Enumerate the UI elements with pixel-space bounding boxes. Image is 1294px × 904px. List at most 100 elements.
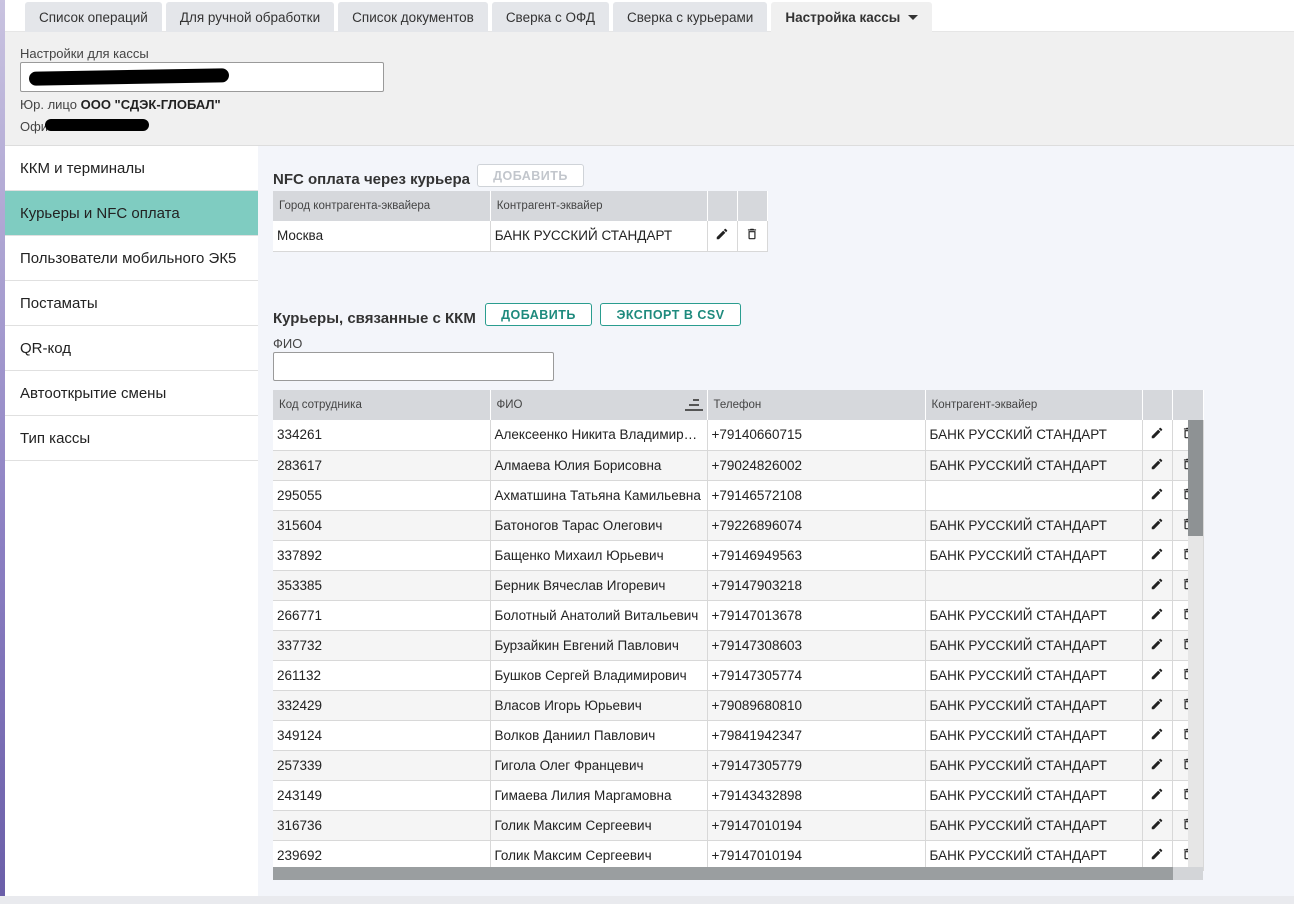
full-name-cell: Болотный Анатолий Витальевич bbox=[490, 600, 708, 631]
column-header[interactable]: Контрагент-эквайер bbox=[490, 191, 708, 221]
sidebar-item-postamats[interactable]: Постаматы bbox=[5, 281, 258, 326]
nfc-section-title: NFC оплата через курьера bbox=[273, 171, 471, 188]
full-name-cell: Бащенко Михаил Юрьевич bbox=[490, 540, 708, 571]
table-row: 332429 Власов Игорь Юрьевич +79089680810 БА… bbox=[273, 690, 1204, 721]
acquirer-cell: БАНК РУССКИЙ СТАНДАРТ bbox=[925, 810, 1143, 841]
tab-operations[interactable]: Список операций bbox=[25, 2, 162, 32]
table-header-row: Город контрагента-эквайера Контрагент-эк… bbox=[273, 191, 769, 221]
legal-entity-label: Юр. лицо bbox=[20, 97, 77, 112]
pencil-icon[interactable] bbox=[1142, 630, 1173, 661]
sidebar-item-kkm[interactable]: ККМ и терминалы bbox=[5, 146, 258, 191]
settings-label: Настройки для кассы bbox=[20, 46, 149, 61]
full-name-cell: Гимаева Лилия Маргамовна bbox=[490, 780, 708, 811]
sidebar-item-qr-code[interactable]: QR-код bbox=[5, 326, 258, 371]
employee-code-cell: 337732 bbox=[273, 630, 491, 661]
redaction-mark bbox=[28, 68, 230, 86]
table-row: 334261 Алексеенко Никита Владимирович +791… bbox=[273, 420, 1204, 451]
phone-cell: +79146949563 bbox=[707, 540, 926, 571]
column-header[interactable]: Код сотрудника bbox=[273, 390, 491, 420]
column-header[interactable]: ФИО bbox=[490, 390, 708, 420]
pencil-icon[interactable] bbox=[1142, 540, 1173, 571]
pencil-icon[interactable] bbox=[1142, 690, 1173, 721]
sidebar-item-mobile-users[interactable]: Пользователи мобильного ЭК5 bbox=[5, 236, 258, 281]
phone-cell: +79089680810 bbox=[707, 690, 926, 721]
couriers-table-body: 334261 Алексеенко Никита Владимирович +791… bbox=[273, 420, 1204, 871]
employee-code-cell: 349124 bbox=[273, 720, 491, 751]
sidebar-item-auto-open-shift[interactable]: Автооткрытие смены bbox=[5, 371, 258, 416]
table-row: 283617 Алмаева Юлия Борисовна +79024826002… bbox=[273, 450, 1204, 481]
pencil-icon[interactable] bbox=[1142, 750, 1173, 781]
pencil-icon[interactable] bbox=[1142, 570, 1173, 601]
column-header[interactable]: Контрагент-эквайер bbox=[925, 390, 1143, 420]
acquirer-cell bbox=[925, 570, 1143, 601]
sidebar-item-couriers-nfc[interactable]: Курьеры и NFC оплата bbox=[5, 191, 258, 236]
tab-cashbox-settings[interactable]: Настройка кассы bbox=[771, 2, 933, 32]
vertical-scroll-thumb[interactable] bbox=[1188, 420, 1203, 536]
employee-code-cell: 261132 bbox=[273, 660, 491, 691]
tab-ofd-reconciliation[interactable]: Сверка с ОФД bbox=[491, 2, 610, 32]
pencil-icon[interactable] bbox=[1142, 720, 1173, 751]
table-row: 337892 Бащенко Михаил Юрьевич +79146949563… bbox=[273, 540, 1204, 571]
phone-cell: +79841942347 bbox=[707, 720, 926, 751]
phone-cell: +79147010194 bbox=[707, 810, 926, 841]
full-name-cell: Голик Максим Сергеевич bbox=[490, 840, 708, 871]
nfc-table: Город контрагента-эквайера Контрагент-эк… bbox=[273, 191, 769, 252]
full-name-cell: Батоногов Тарас Олегович bbox=[490, 510, 708, 541]
acquirer-cell: БАНК РУССКИЙ СТАНДАРТ bbox=[925, 660, 1143, 691]
sidebar-item-label: QR-код bbox=[20, 339, 71, 357]
couriers-add-button[interactable]: ДОБАВИТЬ bbox=[485, 303, 592, 326]
pencil-icon[interactable] bbox=[1142, 510, 1173, 541]
pencil-icon[interactable] bbox=[1142, 660, 1173, 691]
pencil-icon[interactable] bbox=[1142, 600, 1173, 631]
column-header[interactable]: Телефон bbox=[707, 390, 926, 420]
city-cell: Москва bbox=[273, 221, 491, 252]
pencil-icon[interactable] bbox=[1142, 780, 1173, 811]
tab-manual-processing[interactable]: Для ручной обработки bbox=[165, 2, 335, 32]
acquirer-cell: БАНК РУССКИЙ СТАНДАРТ bbox=[925, 510, 1143, 541]
column-header-actions bbox=[1142, 390, 1173, 420]
sort-icon[interactable] bbox=[684, 398, 703, 412]
pencil-icon[interactable] bbox=[1142, 420, 1173, 451]
employee-code-cell: 316736 bbox=[273, 810, 491, 841]
phone-cell: +79147305779 bbox=[707, 750, 926, 781]
taskbar bbox=[0, 896, 1294, 904]
fio-filter-input[interactable] bbox=[273, 352, 554, 381]
phone-cell: +79143432898 bbox=[707, 780, 926, 811]
column-header[interactable]: Город контрагента-эквайера bbox=[273, 191, 491, 221]
pencil-icon[interactable] bbox=[1142, 810, 1173, 841]
full-name-cell: Берник Вячеслав Игоревич bbox=[490, 570, 708, 601]
pencil-icon[interactable] bbox=[1142, 480, 1173, 511]
full-name-cell: Бушков Сергей Владимирович bbox=[490, 660, 708, 691]
acquirer-cell: БАНК РУССКИЙ СТАНДАРТ bbox=[925, 840, 1143, 871]
table-row: 257339 Гигола Олег Францевич +79147305779 Б… bbox=[273, 750, 1204, 781]
settings-sidebar: ККМ и терминалы Курьеры и NFC оплата Пол… bbox=[5, 146, 258, 896]
pencil-icon[interactable] bbox=[1142, 840, 1173, 871]
main-content: NFC оплата через курьера ДОБАВИТЬ Город … bbox=[258, 146, 1294, 896]
couriers-table: Код сотрудника ФИО Телефон Контрагент-эк… bbox=[273, 390, 1204, 871]
pencil-icon[interactable] bbox=[1142, 450, 1173, 481]
trash-icon[interactable] bbox=[737, 221, 769, 252]
column-header-actions bbox=[737, 191, 769, 221]
employee-code-cell: 283617 bbox=[273, 450, 491, 481]
scroll-corner bbox=[1173, 867, 1203, 880]
cashbox-select-field[interactable] bbox=[20, 62, 384, 92]
tab-documents[interactable]: Список документов bbox=[338, 2, 488, 32]
full-name-cell: Волков Даниил Павлович bbox=[490, 720, 708, 751]
full-name-cell: Ахматшина Татьяна Камильевна bbox=[490, 480, 708, 511]
vertical-scrollbar[interactable] bbox=[1188, 420, 1203, 867]
phone-cell: +79147305774 bbox=[707, 660, 926, 691]
pencil-icon[interactable] bbox=[707, 221, 738, 252]
full-name-cell: Алексеенко Никита Владимирович bbox=[490, 420, 708, 451]
employee-code-cell: 332429 bbox=[273, 690, 491, 721]
fio-filter-label: ФИО bbox=[273, 336, 303, 351]
export-csv-button[interactable]: ЭКСПОРТ В CSV bbox=[600, 303, 741, 326]
phone-cell: +79140660715 bbox=[707, 420, 926, 451]
phone-cell: +79147013678 bbox=[707, 600, 926, 631]
employee-code-cell: 266771 bbox=[273, 600, 491, 631]
table-row: 337732 Бурзайкин Евгений Павлович +7914730… bbox=[273, 630, 1204, 661]
tab-courier-reconciliation[interactable]: Сверка с курьерами bbox=[613, 2, 768, 32]
caret-down-icon[interactable] bbox=[908, 14, 919, 20]
sidebar-item-cashbox-type[interactable]: Тип кассы bbox=[5, 416, 258, 461]
horizontal-scrollbar[interactable] bbox=[273, 867, 1173, 880]
nfc-add-button[interactable]: ДОБАВИТЬ bbox=[477, 164, 584, 187]
